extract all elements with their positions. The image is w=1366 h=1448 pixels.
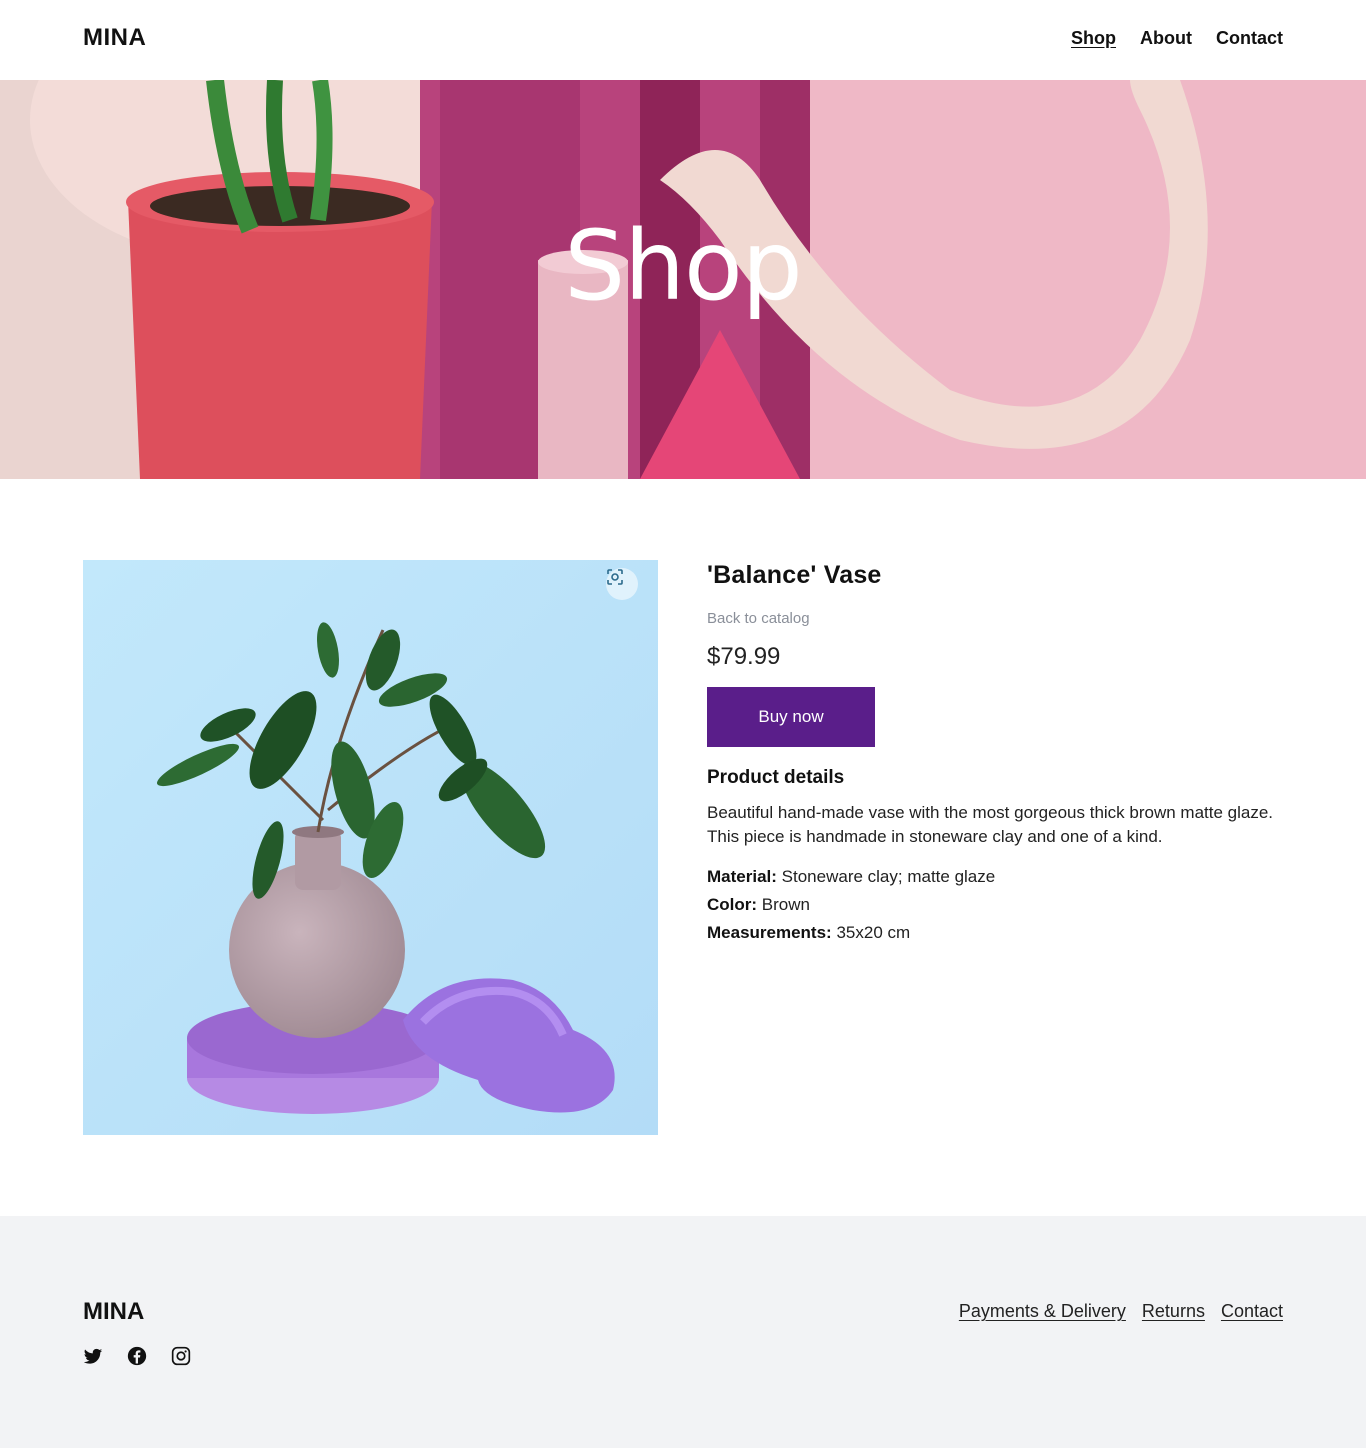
- product-details-heading: Product details: [707, 767, 845, 788]
- spec-value: Brown: [761, 895, 810, 914]
- spec-label: Color:: [707, 895, 758, 914]
- nav-contact[interactable]: Contact: [1216, 28, 1283, 49]
- spec-value: Stoneware clay; matte glaze: [781, 867, 996, 886]
- back-to-catalog-link[interactable]: Back to catalog: [707, 610, 1283, 627]
- nav-about[interactable]: About: [1140, 28, 1192, 49]
- footer-link-contact[interactable]: Contact: [1221, 1301, 1283, 1322]
- social-links: [83, 1346, 191, 1366]
- nav-shop[interactable]: Shop: [1071, 28, 1116, 49]
- footer-link-returns[interactable]: Returns: [1142, 1301, 1205, 1322]
- site-header: MINA Shop About Contact: [0, 0, 1366, 80]
- product-title: 'Balance' Vase: [707, 561, 882, 589]
- footer-links: Payments & Delivery Returns Contact: [959, 1301, 1283, 1322]
- spec-label: Material:: [707, 867, 777, 886]
- product-details: 'Balance' Vase Back to catalog $79.99 Bu…: [707, 560, 1283, 947]
- product-price: $79.99: [707, 643, 781, 670]
- site-logo[interactable]: MINA: [83, 24, 146, 52]
- vase-photo: [83, 560, 658, 1135]
- zoom-button[interactable]: [606, 568, 638, 600]
- facebook-icon[interactable]: [127, 1346, 147, 1366]
- zoom-icon: [607, 569, 623, 585]
- product-specs: Material: Stoneware clay; matte glaze Co…: [707, 863, 1283, 947]
- product-image[interactable]: [83, 560, 658, 1135]
- hero-title: Shop: [564, 210, 802, 322]
- site-footer: MINA Payments & Delivery Returns Contact: [0, 1216, 1366, 1448]
- spec-measurements: Measurements: 35x20 cm: [707, 919, 1283, 947]
- spec-color: Color: Brown: [707, 891, 1283, 919]
- twitter-icon[interactable]: [83, 1346, 103, 1366]
- footer-logo[interactable]: MINA: [83, 1298, 144, 1326]
- buy-now-button[interactable]: Buy now: [707, 687, 875, 747]
- product-description: Beautiful hand-made vase with the most g…: [707, 803, 1274, 846]
- main-nav: Shop About Contact: [1071, 28, 1283, 49]
- footer-link-payments-delivery[interactable]: Payments & Delivery: [959, 1301, 1126, 1322]
- instagram-icon[interactable]: [171, 1346, 191, 1366]
- spec-material: Material: Stoneware clay; matte glaze: [707, 863, 1283, 891]
- spec-label: Measurements:: [707, 923, 832, 942]
- spec-value: 35x20 cm: [836, 923, 911, 942]
- hero-banner: Shop: [0, 80, 1366, 479]
